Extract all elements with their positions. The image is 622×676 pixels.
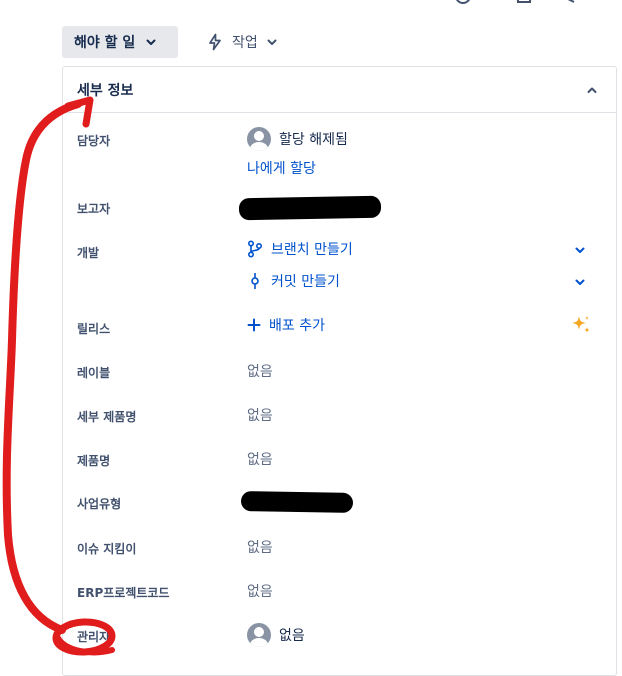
field-issue-keeper: 이슈 지킴이 없음 [63, 535, 618, 561]
avatar [247, 623, 271, 647]
lightning-icon [209, 33, 221, 51]
assign-to-me-link[interactable]: 나에게 할당 [247, 158, 316, 178]
assignee-value[interactable]: 할당 해제됨 [247, 127, 348, 151]
action-dropdown-button[interactable]: 작업 [194, 26, 290, 58]
create-commit-link[interactable]: 커밋 만들기 [247, 271, 340, 291]
create-commit-label: 커밋 만들기 [271, 274, 340, 290]
sub-product-value[interactable]: 없음 [247, 405, 273, 425]
field-reporter: 보고자 [63, 195, 618, 227]
field-label: 이슈 지킴이 [77, 542, 137, 556]
chevron-down-icon [575, 279, 585, 285]
sparkle-icon[interactable] [570, 314, 592, 336]
status-dropdown-button[interactable]: 해야 할 일 [62, 26, 178, 58]
redacted-reporter [238, 195, 382, 221]
product-value[interactable]: 없음 [247, 449, 273, 469]
labels-value[interactable]: 없음 [247, 361, 273, 381]
status-dropdown-label: 해야 할 일 [74, 35, 136, 51]
issue-toolbar: 해야 할 일 작업 [62, 26, 290, 58]
branch-expand-button[interactable] [572, 242, 588, 258]
commit-expand-button[interactable] [572, 274, 588, 290]
field-label: 보고자 [77, 202, 111, 216]
top-icons-partial [456, 0, 575, 4]
action-dropdown-label: 작업 [232, 35, 258, 51]
plus-icon [247, 318, 261, 332]
field-development: 개발 브랜치 만들기 커밋 만들기 [63, 239, 618, 299]
branch-icon [247, 240, 263, 258]
manager-value[interactable]: 없음 [247, 623, 305, 647]
field-label: 세부 제품명 [77, 410, 137, 424]
add-deployment-link[interactable]: 배포 추가 [247, 315, 325, 335]
chevron-down-icon [575, 247, 585, 253]
field-label: 개발 [77, 246, 100, 260]
field-assignee: 담당자 할당 해제됨 나에게 할당 [63, 127, 618, 181]
chevron-down-icon [267, 39, 277, 45]
field-label: 관리자 [77, 630, 111, 644]
avatar [247, 127, 271, 151]
collapse-button[interactable] [582, 80, 602, 100]
details-panel-title: 세부 정보 [77, 82, 134, 99]
field-manager: 관리자 없음 [63, 623, 618, 651]
erp-project-code-value[interactable]: 없음 [247, 581, 273, 601]
field-labels: 레이블 없음 [63, 359, 618, 385]
field-label: 사업유형 [77, 497, 122, 511]
details-panel-header[interactable]: 세부 정보 [63, 67, 616, 113]
issue-keeper-value[interactable]: 없음 [247, 537, 273, 557]
field-release: 릴리스 배포 추가 [63, 315, 618, 341]
field-product: 제품명 없음 [63, 447, 618, 473]
create-branch-label: 브랜치 만들기 [271, 242, 353, 258]
redacted-business-type [240, 491, 354, 513]
field-sub-product: 세부 제품명 없음 [63, 403, 618, 429]
field-erp-project-code: ERP프로젝트코드 없음 [63, 579, 618, 605]
field-label: 제품명 [77, 454, 111, 468]
field-label: 담당자 [77, 134, 111, 148]
commit-icon [251, 273, 259, 289]
field-label: 릴리스 [77, 322, 111, 336]
assignee-text: 할당 해제됨 [279, 132, 348, 148]
field-label: ERP프로젝트코드 [77, 586, 170, 600]
create-branch-link[interactable]: 브랜치 만들기 [247, 239, 353, 259]
field-business-type: 사업유형 [63, 491, 618, 517]
field-label: 레이블 [77, 366, 111, 380]
manager-text: 없음 [279, 628, 305, 644]
chevron-up-icon [587, 87, 597, 93]
chevron-down-icon [146, 39, 156, 45]
details-panel: 세부 정보 담당자 할당 해제됨 나에게 할당 보고자 개발 브랜치 만들기 커… [62, 66, 617, 676]
add-deployment-label: 배포 추가 [269, 318, 325, 334]
